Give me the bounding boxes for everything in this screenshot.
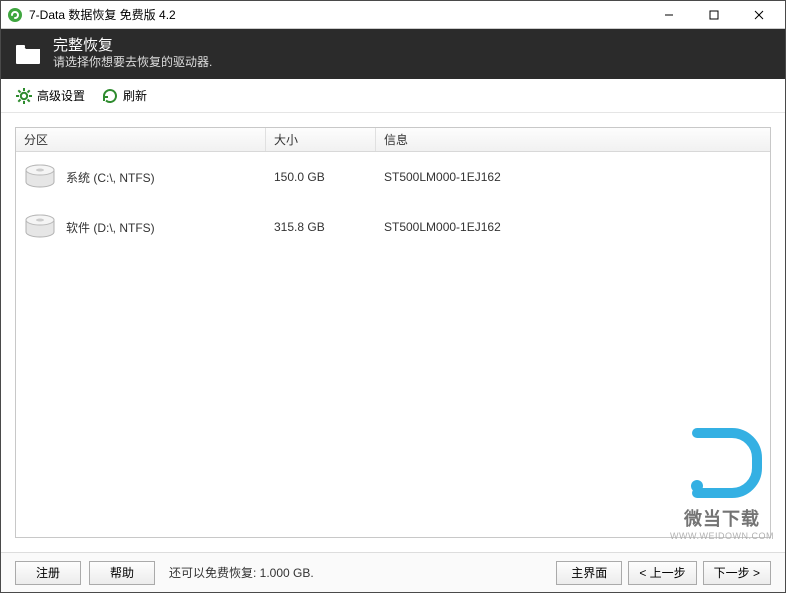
drive-icon bbox=[24, 164, 56, 190]
home-button[interactable]: 主界面 bbox=[556, 561, 622, 585]
window-controls bbox=[646, 2, 781, 28]
register-button[interactable]: 注册 bbox=[15, 561, 81, 585]
next-button[interactable]: 下一步 > bbox=[703, 561, 771, 585]
refresh-label: 刷新 bbox=[123, 87, 147, 104]
toolbar: 高级设置 刷新 bbox=[1, 79, 785, 113]
gear-icon bbox=[15, 87, 33, 105]
footer: 注册 帮助 还可以免费恢复: 1.000 GB. 主界面 < 上一步 下一步 > bbox=[1, 552, 785, 592]
app-icon bbox=[7, 7, 23, 23]
maximize-button[interactable] bbox=[691, 2, 736, 28]
help-button[interactable]: 帮助 bbox=[89, 561, 155, 585]
drive-list: 分区 大小 信息 系统 (C:\, NTFS) 150.0 GB ST500LM… bbox=[15, 127, 771, 538]
header-banner: 完整恢复 请选择你想要去恢复的驱动器. bbox=[1, 29, 785, 79]
drive-info: ST500LM000-1EJ162 bbox=[376, 170, 770, 184]
banner-text: 完整恢复 请选择你想要去恢复的驱动器. bbox=[53, 37, 212, 71]
list-header: 分区 大小 信息 bbox=[16, 128, 770, 152]
column-info[interactable]: 信息 bbox=[376, 128, 770, 151]
minimize-button[interactable] bbox=[646, 2, 691, 28]
drive-icon bbox=[24, 214, 56, 240]
column-partition[interactable]: 分区 bbox=[16, 128, 266, 151]
advanced-label: 高级设置 bbox=[37, 87, 85, 104]
quota-text: 还可以免费恢复: 1.000 GB. bbox=[169, 564, 548, 581]
list-body: 系统 (C:\, NTFS) 150.0 GB ST500LM000-1EJ16… bbox=[16, 152, 770, 537]
drive-info: ST500LM000-1EJ162 bbox=[376, 220, 770, 234]
refresh-button[interactable]: 刷新 bbox=[101, 87, 147, 105]
banner-title: 完整恢复 bbox=[53, 37, 212, 55]
drive-size: 150.0 GB bbox=[266, 170, 376, 184]
close-button[interactable] bbox=[736, 2, 781, 28]
refresh-icon bbox=[101, 87, 119, 105]
title-text: 7-Data 数据恢复 免费版 4.2 bbox=[29, 6, 646, 23]
column-size[interactable]: 大小 bbox=[266, 128, 376, 151]
banner-subtitle: 请选择你想要去恢复的驱动器. bbox=[53, 55, 212, 71]
drive-row[interactable]: 系统 (C:\, NTFS) 150.0 GB ST500LM000-1EJ16… bbox=[16, 152, 770, 202]
folder-icon bbox=[15, 43, 41, 65]
advanced-settings-button[interactable]: 高级设置 bbox=[15, 87, 85, 105]
drive-size: 315.8 GB bbox=[266, 220, 376, 234]
drive-name: 软件 (D:\, NTFS) bbox=[66, 219, 155, 236]
titlebar: 7-Data 数据恢复 免费版 4.2 bbox=[1, 1, 785, 29]
prev-button[interactable]: < 上一步 bbox=[628, 561, 696, 585]
drive-name: 系统 (C:\, NTFS) bbox=[66, 169, 155, 186]
drive-row[interactable]: 软件 (D:\, NTFS) 315.8 GB ST500LM000-1EJ16… bbox=[16, 202, 770, 252]
app-window: 7-Data 数据恢复 免费版 4.2 完整恢复 请选择你想要去恢复的驱动器. … bbox=[0, 0, 786, 593]
